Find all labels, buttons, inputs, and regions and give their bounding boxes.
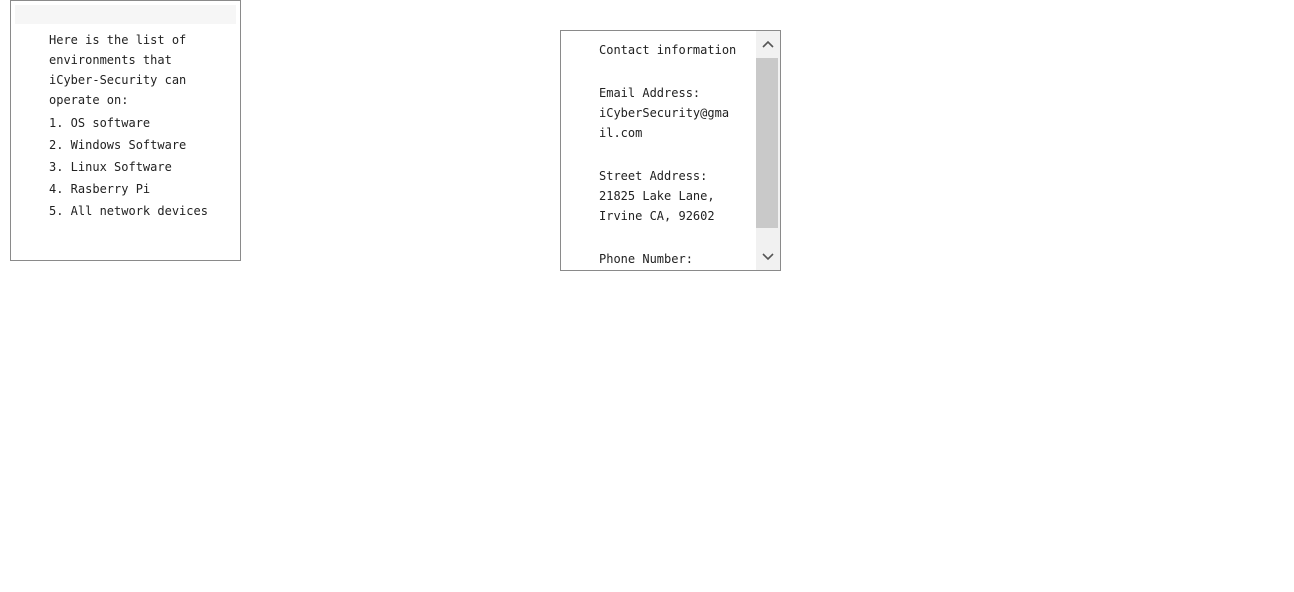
chevron-up-icon xyxy=(762,40,774,48)
scroll-thumb[interactable] xyxy=(756,58,778,228)
scroll-down-button[interactable] xyxy=(756,244,780,270)
chevron-down-icon xyxy=(762,253,774,261)
street-label: Street Address: xyxy=(599,169,708,183)
phone-label: Phone Number: xyxy=(599,252,693,266)
contact-content: Contact information Email Address: iCybe… xyxy=(599,40,737,269)
scroll-up-button[interactable] xyxy=(756,31,780,57)
vertical-scrollbar[interactable] xyxy=(756,31,780,270)
list-item: 3. Linux Software xyxy=(49,160,172,174)
street-line-2: Irvine CA, 92602 xyxy=(599,209,715,223)
list-item: 5. All network devices xyxy=(49,204,208,218)
street-value: 21825 Lake Lane, Irvine CA, 92602 xyxy=(599,186,734,226)
email-label: Email Address: xyxy=(599,86,701,100)
list-item: 2. Windows Software xyxy=(49,138,187,152)
list-item: 1. OS software xyxy=(49,116,151,130)
email-value: iCyberSecurity@gmail.com xyxy=(599,106,730,140)
list-item: 4. Rasberry Pi xyxy=(49,182,151,196)
street-line-1: 21825 Lake Lane, xyxy=(599,189,715,203)
environments-panel: Here is the list of environments that iC… xyxy=(10,0,241,261)
environments-content: Here is the list of environments that iC… xyxy=(49,30,229,222)
environments-intro: Here is the list of environments that iC… xyxy=(49,33,187,107)
panel-header-bar xyxy=(15,5,236,24)
contact-title: Contact information xyxy=(599,43,737,57)
contact-panel: Contact information Email Address: iCybe… xyxy=(560,30,781,271)
